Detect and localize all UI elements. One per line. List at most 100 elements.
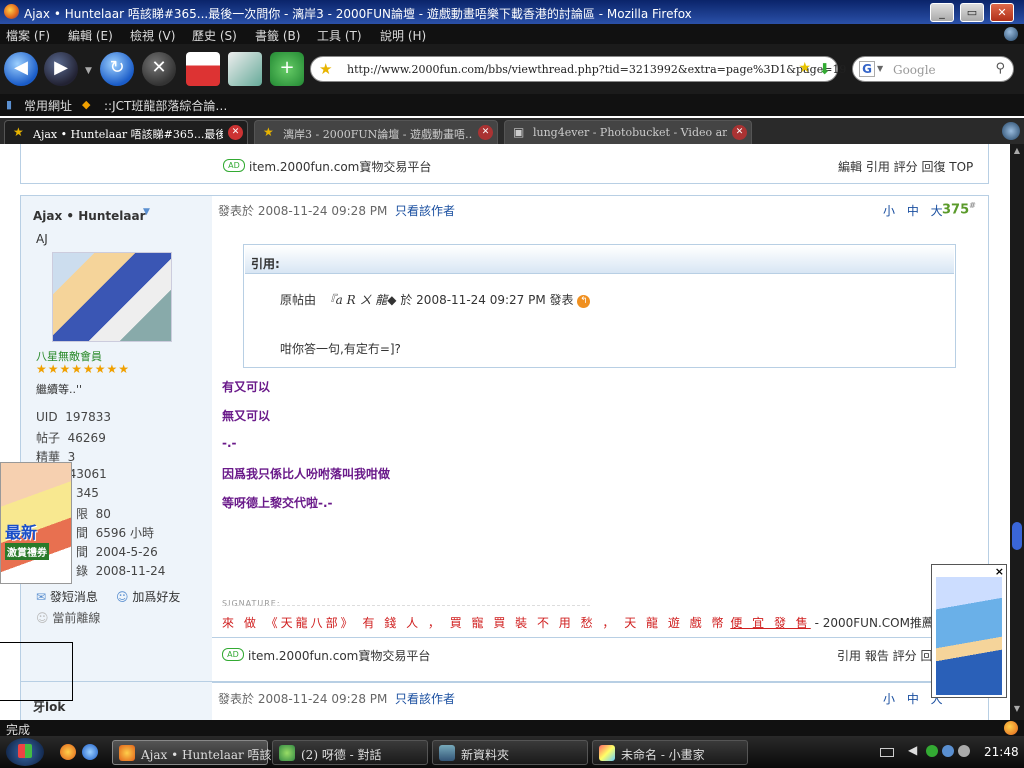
search-placeholder[interactable]: Google [893,63,936,77]
ad-link[interactable]: item.2000fun.com寶物交易平台 [249,158,431,175]
clock[interactable]: 21:48 [984,745,1019,759]
taskbar: Ajax • Huntelaar 唔該... (2) 呀德 - 對話 新資料夾 … [0,736,1024,768]
taskbar-item-paint[interactable]: 未命名 - 小畫家 [592,740,748,765]
tab-ajax[interactable]: ★ Ajax • Huntelaar 唔該睇#365...最後… ✕ [4,120,248,144]
signature-link[interactable]: 便 宜 發 售 [730,616,810,630]
quote-origin: 原帖由 『a R ㄨ 龍◆ 於 2008-11-24 09:27 PM 發表 ↰ [280,291,591,308]
maximize-button[interactable]: ▭ [960,3,984,22]
bookmark-star-icon[interactable]: ★ [798,60,811,76]
minimize-button[interactable]: _ [930,3,954,22]
right-floating-ad[interactable]: × [931,564,1007,698]
ad-link[interactable]: item.2000fun.com寶物交易平台 [248,647,430,664]
menu-tools[interactable]: 工具 (T) [317,27,362,44]
tab-list-icon[interactable] [1002,122,1020,140]
windows-logo-icon [18,744,32,758]
messenger-tray-icon[interactable] [926,745,938,757]
tab-close-icon[interactable]: ✕ [732,125,747,140]
search-box[interactable]: G ▼ Google ⚲ [852,56,1014,82]
user-menu-chevron-icon[interactable]: ▼ [143,207,150,217]
google-engine-icon[interactable]: G [859,61,875,77]
tab-close-icon[interactable]: ✕ [228,125,243,140]
post-footer: AD item.2000fun.com寶物交易平台 引用 報告 評分 回 [212,637,989,667]
only-author-link[interactable]: 只看該作者 [395,204,455,218]
menu-bookmarks[interactable]: 書籤 (B) [255,27,300,44]
bookmark-page-icon: ◆ [82,98,91,111]
menu-view[interactable]: 檢視 (V) [130,27,175,44]
tab-star-icon: ★ [13,125,24,139]
window-title: Ajax • Huntelaar 唔該睇#365...最後一次問你 - 漓岸3 … [24,7,692,21]
tab-close-icon[interactable]: ✕ [478,125,493,140]
rank-stars-icon: ★★★★★★★★ [36,362,131,376]
address-bar[interactable]: ★ http://www.2000fun.com/bbs/viewthread.… [310,56,846,82]
menu-edit[interactable]: 編輯 (E) [68,27,113,44]
taskbar-item-chat[interactable]: (2) 呀德 - 對話 [272,740,428,765]
stat-posts: 帖子 46269 [36,431,106,445]
history-dropdown-icon[interactable]: ▼ [85,66,92,76]
chart-icon[interactable] [228,52,262,86]
go-to-original-icon[interactable]: ↰ [577,295,591,308]
shield-icon[interactable]: + [270,52,304,86]
start-button[interactable] [6,738,44,766]
search-icon[interactable]: ⚲ [995,61,1005,76]
next-only-author-link[interactable]: 只看該作者 [395,692,455,706]
post-meta: 發表於 2008-11-24 09:28 PM 只看該作者 [218,204,456,218]
tab-photobucket[interactable]: ▣ lung4ever - Photobucket - Video and I…… [504,120,752,144]
ad-badge: AD [222,648,244,661]
frame-border [0,642,73,643]
ad-image [936,577,1002,695]
close-button[interactable]: ✕ [990,3,1014,22]
add-friend-link[interactable]: ☺ 加爲好友 [116,588,180,605]
menu-bar: 檔案 (F) 編輯 (E) 檢視 (V) 歷史 (S) 書籤 (B) 工具 (T… [0,24,1024,44]
post-number[interactable]: 375# [942,201,976,217]
post-actions[interactable]: 引用 報告 評分 回 [837,647,932,664]
stat-uid: UID 197833 [36,410,112,424]
send-pm-link[interactable]: ✉ 發短消息 [36,588,98,605]
network-icon[interactable] [942,745,954,757]
engine-dropdown-icon[interactable]: ▼ [877,64,883,73]
post-line-4: 因爲我只係比人吩咐落叫我咁做 [222,467,391,481]
show-hidden-icons-icon[interactable]: ◀ [908,743,917,757]
username[interactable]: Ajax • Huntelaar [33,209,146,223]
menu-file[interactable]: 檔案 (F) [6,27,50,44]
stop-icon[interactable]: ✕ [142,52,176,86]
left-floating-ad[interactable]: 最新 激賞禮券 [0,462,72,584]
scroll-up-icon[interactable]: ▲ [1011,146,1023,160]
post-line-1: 有又可以 [222,380,271,394]
firefox-launch-icon[interactable] [60,744,76,760]
site-star-icon: ★ [319,60,333,78]
system-tray: ◀ 21:48 [878,740,1024,765]
stat-register-date: 間 2004-5-26 [76,545,158,559]
scroll-down-icon[interactable]: ▼ [1011,704,1023,718]
go-arrow-icon[interactable]: ⬇ [818,60,831,78]
url-text[interactable]: http://www.2000fun.com/bbs/viewthread.ph… [347,63,846,76]
post-actions[interactable]: 編輯 引用 評分 回復 TOP [838,158,973,175]
post-line-3: -.- [222,436,237,450]
folder-icon [439,745,455,761]
forward-icon[interactable]: ▶ [44,52,78,86]
tab-bar: ★ Ajax • Huntelaar 唔該睇#365...最後… ✕ ★ 漓岸3… [0,118,1024,144]
font-size-tools[interactable]: 小 中 大 [883,202,947,219]
back-icon[interactable]: ◀ [4,52,38,86]
vertical-scrollbar[interactable]: ▲ ▼ [1010,144,1024,720]
ie-launch-icon[interactable] [82,744,98,760]
menu-history[interactable]: 歷史 (S) [192,27,237,44]
message-icon: ✉ [36,590,47,604]
bookmark-common[interactable]: 常用網址 [24,97,72,114]
bookmark-folder-icon: ▮ [6,98,13,111]
taskbar-item-firefox[interactable]: Ajax • Huntelaar 唔該... [112,740,283,765]
menu-help[interactable]: 說明 (H) [380,27,426,44]
addon-icon[interactable] [1004,721,1018,735]
stat-permission: 限 80 [76,507,111,521]
ad-badge: AD [223,159,245,172]
previous-post-footer: AD item.2000fun.com寶物交易平台 編輯 引用 評分 回復 TO… [20,144,989,184]
bookmark-jct[interactable]: ::JCT班龍部落綜合論… [104,97,227,114]
scroll-thumb[interactable] [1012,522,1022,550]
home-icon[interactable] [186,52,220,86]
tab-forum[interactable]: ★ 漓岸3 - 2000FUN論壇 - 遊戲動畫唔… ✕ [254,120,498,144]
signature: 來 做 《天龍八部》 有 錢 人 ， 買 寵 買 裝 不 用 愁 ， 天 龍 遊… [222,616,1006,630]
keyboard-icon[interactable] [880,748,894,757]
reload-icon[interactable]: ↻ [100,52,134,86]
offline-icon: ☺ [36,611,49,625]
volume-icon[interactable] [958,745,970,757]
taskbar-item-folder[interactable]: 新資料夾 [432,740,588,765]
